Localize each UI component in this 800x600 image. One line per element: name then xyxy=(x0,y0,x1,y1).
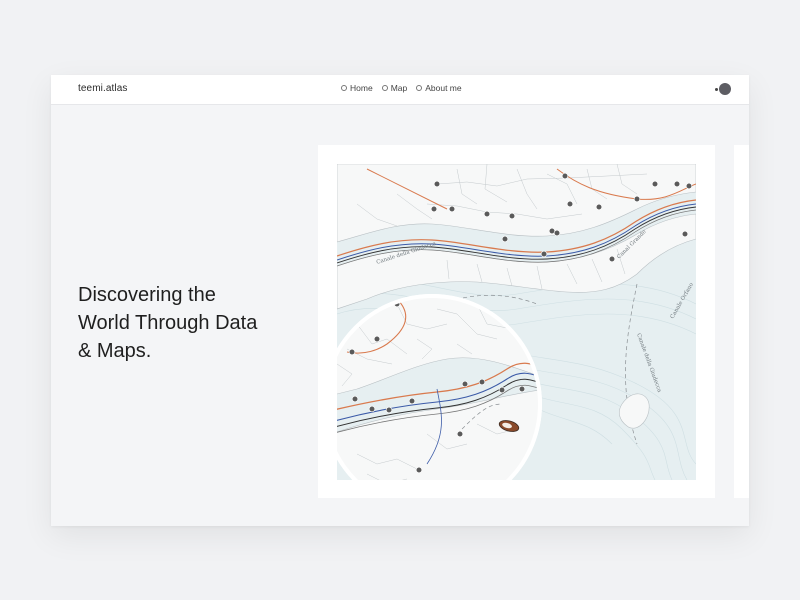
hero-title-line: Discovering the xyxy=(78,284,216,306)
map-card[interactable]: Canale della Giudecca Canal Grande Canal… xyxy=(318,145,715,498)
brand-logo[interactable]: teemi.atlas xyxy=(78,83,127,94)
hero-title: Discovering the World Through Data & Map… xyxy=(78,281,288,365)
nav-links: Home Map About me xyxy=(341,83,462,93)
circle-bullet-icon xyxy=(381,85,388,91)
nav-link-label: Home xyxy=(350,83,373,93)
circle-bullet-icon xyxy=(416,85,423,91)
top-navbar: teemi.atlas Home Map About me xyxy=(51,75,749,105)
next-card-peek[interactable] xyxy=(734,145,749,498)
nav-link-about[interactable]: About me xyxy=(416,83,462,93)
toggle-knob-icon xyxy=(719,83,731,95)
nav-link-map[interactable]: Map xyxy=(381,83,408,93)
circle-bullet-icon xyxy=(341,85,347,91)
theme-toggle-button[interactable] xyxy=(715,83,731,97)
nav-link-label: Map xyxy=(390,83,408,93)
nav-link-label: About me xyxy=(425,83,462,93)
venice-map-illustration: Canale della Giudecca Canal Grande Canal… xyxy=(337,164,696,480)
nav-link-home[interactable]: Home xyxy=(341,83,373,93)
toggle-dot-icon xyxy=(715,88,718,91)
map-image[interactable]: Canale della Giudecca Canal Grande Canal… xyxy=(337,164,696,480)
hero-title-line: & Maps. xyxy=(78,340,152,362)
browser-window: teemi.atlas Home Map About me Discoverin… xyxy=(51,75,749,526)
hero-title-line: World Through Data xyxy=(78,312,258,334)
